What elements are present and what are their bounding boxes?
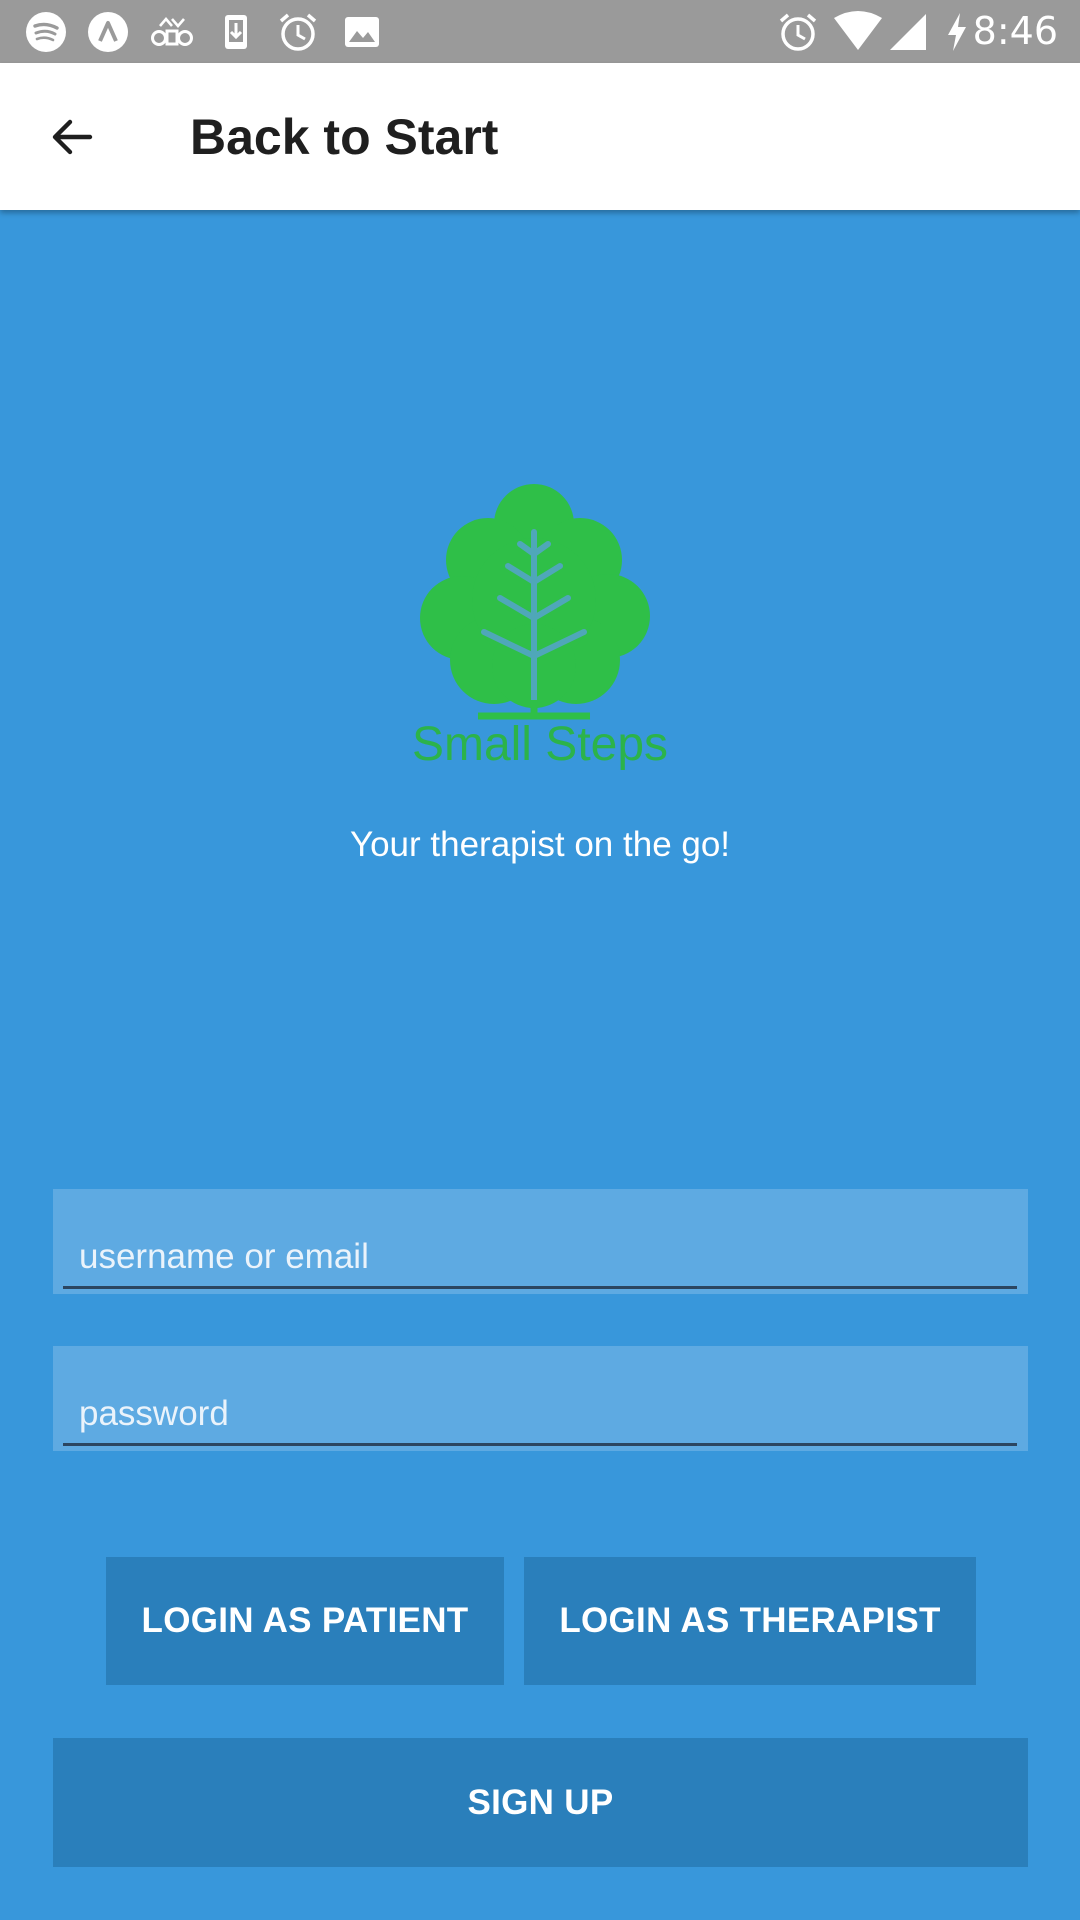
app-bar: Back to Start <box>0 63 1080 210</box>
signal-icon <box>890 14 926 50</box>
voicemail-icon <box>151 17 193 46</box>
download-icon <box>225 15 247 49</box>
alarm-icon <box>779 13 817 51</box>
charging-icon <box>948 13 966 51</box>
wifi-icon <box>834 11 882 50</box>
password-field <box>53 1346 1028 1451</box>
login-as-therapist-button[interactable]: LOGIN AS THERAPIST <box>524 1557 976 1685</box>
username-input[interactable] <box>63 1189 1017 1289</box>
image-icon <box>345 17 379 47</box>
sign-up-button[interactable]: SIGN UP <box>53 1738 1028 1867</box>
page-title: Back to Start <box>190 109 499 165</box>
password-input[interactable] <box>63 1346 1017 1446</box>
login-as-patient-button[interactable]: LOGIN AS PATIENT <box>106 1557 504 1685</box>
small-steps-logo: Small Steps <box>412 484 668 771</box>
username-field <box>53 1189 1028 1294</box>
alarm-icon <box>279 13 317 51</box>
back-button[interactable] <box>36 101 108 173</box>
tagline: Your therapist on the go! <box>349 825 731 864</box>
status-bar: 8:46 <box>0 0 1080 63</box>
spotify-icon <box>26 12 66 52</box>
status-time: 8:46 <box>972 9 1058 53</box>
arrival-icon <box>88 12 128 52</box>
logo-text: Small Steps <box>412 718 668 771</box>
arrow-left-icon <box>52 119 93 155</box>
